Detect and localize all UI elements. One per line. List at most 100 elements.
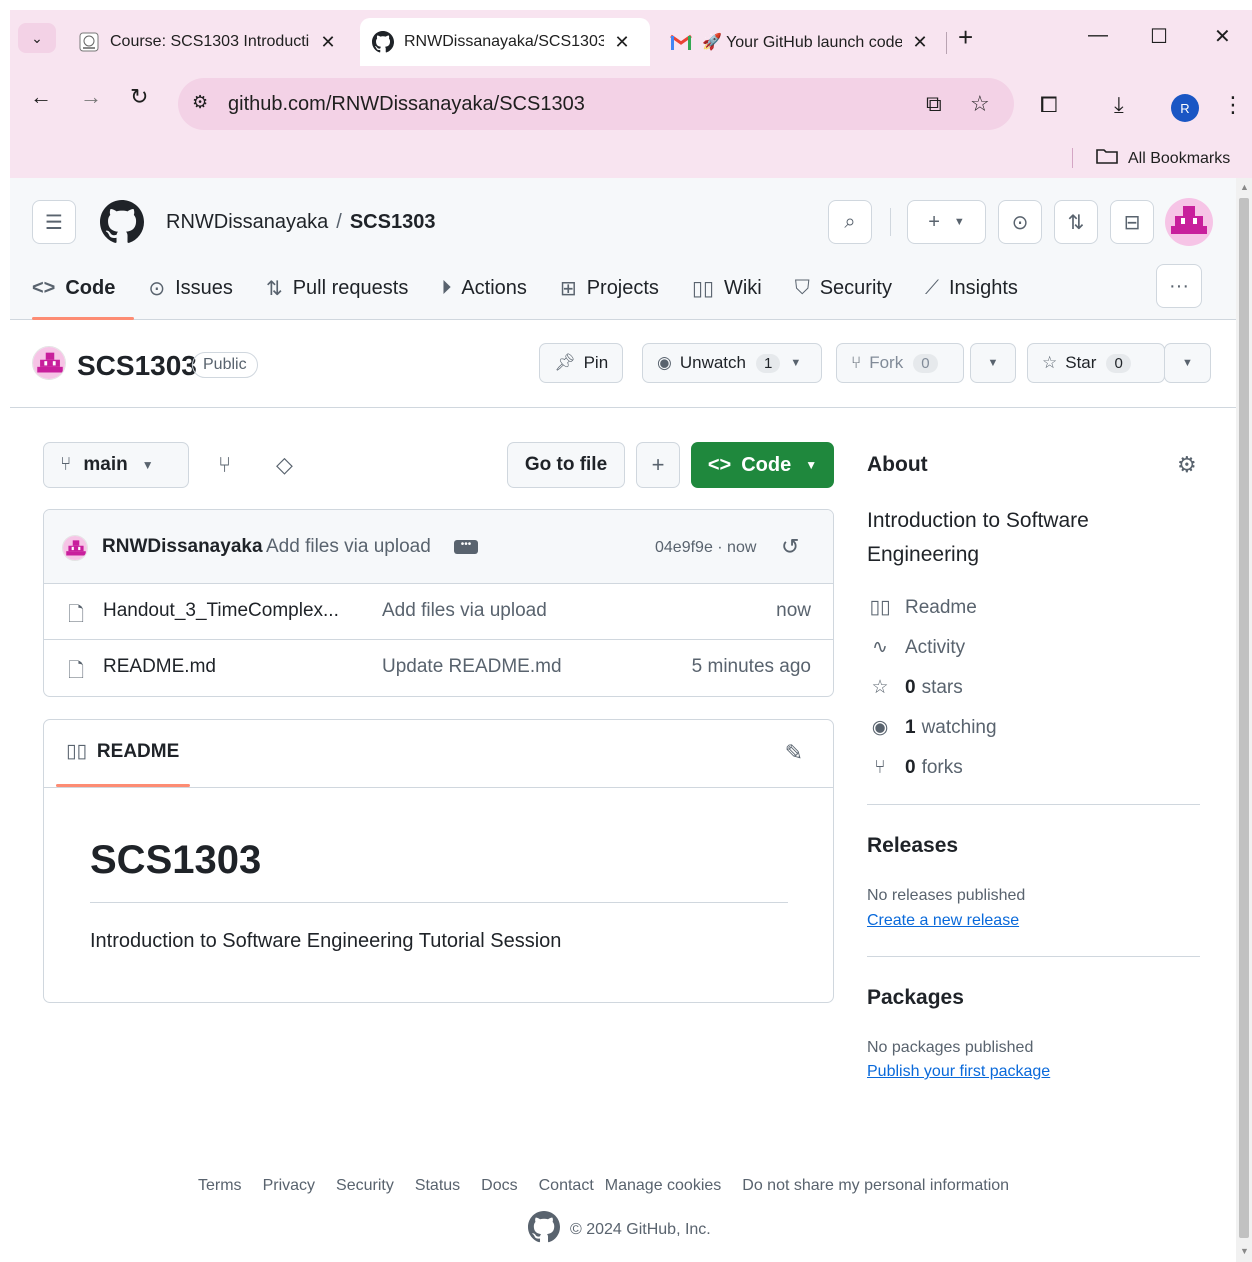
eye-icon: ◉ [657,353,672,372]
close-icon[interactable]: ✕ [910,32,930,53]
pencil-icon[interactable]: ✎ [785,740,803,766]
download-icon[interactable]: ⤓ [1114,92,1124,118]
tab-issues[interactable]: ⊙ Issues [148,276,233,301]
new-tab-button[interactable]: + [958,24,973,50]
footer-link-contact[interactable]: Contact [539,1177,594,1195]
file-commit-message[interactable]: Update README.md [382,656,562,678]
tab-actions[interactable]: ⏵ Actions [441,277,527,300]
gear-icon[interactable]: ⚙ [1177,452,1197,478]
browser-tab-github[interactable]: RNWDissanayaka/SCS1303 ✕ [360,18,650,66]
breadcrumb-owner[interactable]: RNWDissanayaka [166,211,328,233]
readme-link[interactable]: ▯▯ Readme [867,596,977,619]
footer-link-docs[interactable]: Docs [481,1177,517,1195]
footer-link-status[interactable]: Status [415,1177,460,1195]
commit-message[interactable]: Add files via upload [266,536,431,558]
unwatch-button[interactable]: ◉ Unwatch 1 ▼ [642,343,822,383]
footer-link-terms[interactable]: Terms [198,1177,242,1195]
tab-pull-requests[interactable]: ⇅ Pull requests [266,276,408,301]
minimize-icon[interactable]: — [1088,24,1108,47]
file-name[interactable]: README.md [103,656,216,678]
close-window-icon[interactable]: ✕ [1214,24,1231,49]
inbox-button[interactable]: ⊟ [1110,200,1154,244]
reload-icon[interactable]: ↻ [130,84,148,110]
inbox-icon: ⊟ [1123,211,1141,234]
repo-title[interactable]: SCS1303 [77,350,197,382]
branch-selector[interactable]: ⑂ main ▼ [43,442,189,488]
go-to-file-button[interactable]: Go to file [507,442,625,488]
readme-tab[interactable]: ▯▯ README [66,740,179,763]
watching-link[interactable]: ◉ 1 watching [867,716,997,739]
address-bar[interactable]: ⚙ github.com/RNWDissanayaka/SCS1303 ⧉ ☆ [178,78,1014,130]
forward-icon[interactable]: → [80,84,102,110]
star-dropdown-button[interactable]: ▼ [1164,343,1211,383]
forks-link[interactable]: ⑂ 0 forks [867,757,962,779]
close-icon[interactable]: ✕ [318,32,338,53]
profile-avatar[interactable]: R [1171,94,1199,122]
maximize-icon[interactable]: ☐ [1150,24,1168,49]
user-avatar[interactable] [1165,198,1213,246]
extensions-icon[interactable]: ⧠ [1040,92,1058,118]
all-bookmarks[interactable]: All Bookmarks [1096,148,1230,169]
fork-dropdown-button[interactable]: ▼ [970,343,1016,383]
install-app-icon[interactable]: ⧉ [926,91,942,117]
file-commit-message[interactable]: Add files via upload [382,600,547,622]
git-branch-icon: ⑂ [60,454,72,475]
add-file-button[interactable]: + [636,442,680,488]
scroll-up-icon[interactable]: ▲ [1240,182,1249,192]
branches-icon[interactable]: ⑂ [218,452,231,478]
publish-package-link[interactable]: Publish your first package [867,1063,1050,1081]
commit-author-avatar[interactable] [62,535,88,561]
packages-heading[interactable]: Packages [867,986,964,1010]
search-button[interactable]: ⌕ [828,200,872,244]
back-icon[interactable]: ← [30,84,52,110]
tab-security[interactable]: ⛉ Security [795,277,892,300]
browser-menu-icon[interactable]: ⋮ [1222,92,1244,118]
close-icon[interactable]: ✕ [612,32,632,53]
browser-tab-course[interactable]: Course: SCS1303 Introduction ✕ [66,18,350,66]
tab-insights[interactable]: ⟋ Insights [925,277,1018,300]
star-button[interactable]: ☆ Star 0 [1027,343,1165,383]
pin-icon: 📌︎ [554,353,576,372]
breadcrumb-repo[interactable]: SCS1303 [350,211,436,233]
more-nav-button[interactable]: ··· [1156,264,1202,308]
owner-avatar[interactable] [32,346,66,380]
code-icon: <> [707,453,732,476]
github-logo-icon[interactable] [528,1211,560,1248]
tab-projects[interactable]: ⊞ Projects [560,276,659,301]
issues-button[interactable]: ⊙ [998,200,1042,244]
releases-heading[interactable]: Releases [867,834,958,858]
history-icon[interactable]: ↺ [781,534,799,560]
tab-code[interactable]: <> Code [32,277,115,300]
commit-sha-time[interactable]: 04e9f9e · now [655,539,756,557]
hamburger-menu-button[interactable]: ☰ [32,200,76,244]
pin-button[interactable]: 📌︎ Pin [539,343,624,383]
table-row[interactable]: 🗋 README.md Update README.md 5 minutes a… [44,640,833,696]
fork-button[interactable]: ⑂ Fork 0 [836,343,964,383]
bookmark-star-icon[interactable]: ☆ [970,91,990,117]
stars-link[interactable]: ☆ 0 stars [867,676,962,699]
scrollbar-thumb[interactable] [1239,198,1249,1238]
page-scrollbar[interactable]: ▲ ▼ [1236,178,1252,1262]
tag-icon[interactable]: ◇ [276,452,293,478]
readme-heading: SCS1303 [90,838,262,882]
scroll-down-icon[interactable]: ▼ [1240,1246,1249,1256]
tab-wiki[interactable]: ▯▯ Wiki [692,276,762,301]
table-row[interactable]: 🗋 Handout_3_TimeComplex... Add files via… [44,584,833,640]
footer-link-manage-cookies[interactable]: Manage cookies [605,1177,722,1195]
footer-link-do-not-share[interactable]: Do not share my personal information [742,1177,1009,1195]
ellipsis-icon[interactable]: ••• [454,540,478,554]
pull-requests-button[interactable]: ⇅ [1054,200,1098,244]
create-new-button[interactable]: + ▼ [907,200,986,244]
file-name[interactable]: Handout_3_TimeComplex... [103,600,339,622]
github-logo-icon[interactable] [100,200,144,244]
footer-link-security[interactable]: Security [336,1177,394,1195]
activity-link[interactable]: ∿ Activity [867,636,965,659]
browser-tab-gmail[interactable]: 🚀 Your GitHub launch code ✕ [658,18,942,66]
footer-link-privacy[interactable]: Privacy [263,1177,315,1195]
site-info-icon[interactable]: ⚙ [192,92,208,113]
code-dropdown-button[interactable]: <> Code ▼ [691,442,834,488]
commit-author[interactable]: RNWDissanayaka [102,536,263,558]
create-release-link[interactable]: Create a new release [867,912,1019,930]
tab-search-button[interactable]: ⌄ [18,23,56,53]
tab-title: Course: SCS1303 Introduction [110,33,310,50]
